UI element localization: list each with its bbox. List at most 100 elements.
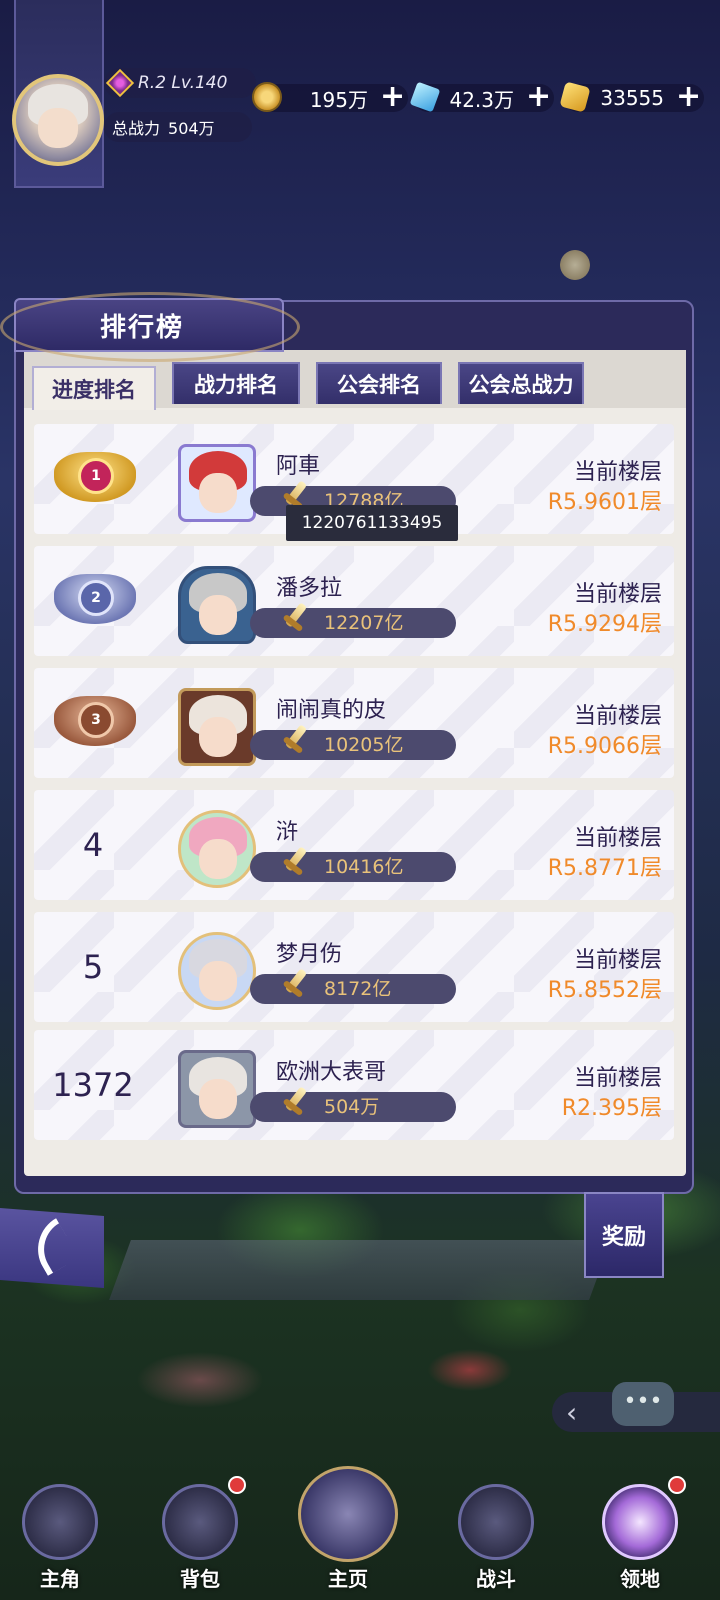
player-portrait[interactable] — [178, 688, 256, 766]
self-rank-number: 1372 — [52, 1066, 134, 1104]
total-power-value: 504万 — [168, 119, 215, 138]
self-portrait[interactable] — [178, 1050, 256, 1128]
floor-label: 当前楼层 — [573, 826, 662, 851]
tab-guild-rank[interactable]: 公会排名 — [316, 362, 442, 404]
crystal-icon — [409, 81, 441, 113]
total-power: 总战力 504万 — [104, 112, 252, 142]
nav-label: 主角 — [40, 1567, 80, 1591]
background-moon — [560, 250, 590, 280]
floor-label: 当前楼层 — [573, 704, 662, 729]
player-portrait[interactable] — [178, 444, 256, 522]
bag-icon — [162, 1484, 238, 1560]
crystal-value: 42.3万 — [449, 87, 514, 112]
portrait-face — [199, 1079, 237, 1119]
add-coin-button[interactable]: + — [380, 82, 405, 112]
sword-icon — [280, 1086, 308, 1120]
floor-label: 当前楼层 — [573, 460, 662, 485]
portrait-face — [199, 839, 237, 879]
floor-value: R5.8552层 — [547, 978, 662, 1003]
book-icon — [298, 1466, 398, 1562]
nav-label: 背包 — [180, 1567, 220, 1591]
leaderboard-row[interactable]: 2 潘多拉 12207亿 当前楼层 R5.9294层 — [34, 546, 674, 656]
rank-number: 5 — [82, 948, 104, 986]
player-power: 8172亿 — [324, 978, 392, 1000]
tab-progress-rank[interactable]: 进度排名 — [32, 366, 156, 410]
crossed-swords-icon — [458, 1484, 534, 1560]
player-avatar[interactable] — [12, 74, 104, 166]
medal-rank: 1 — [78, 458, 114, 494]
back-button[interactable] — [0, 1208, 104, 1288]
silver-medal-icon: 2 — [54, 566, 136, 636]
rank-gem-icon — [105, 68, 135, 98]
level-text: R.2 Lv.140 — [138, 73, 228, 93]
castle-icon — [602, 1484, 678, 1560]
floor-value: R5.9294层 — [547, 612, 662, 637]
power-tooltip: 1220761133495 — [286, 505, 458, 541]
player-power: 10205亿 — [324, 734, 404, 756]
avatar-face — [38, 108, 78, 148]
gold-medal-icon: 1 — [54, 444, 136, 514]
tab-guild-total-power[interactable]: 公会总战力 — [458, 362, 584, 404]
resource-gold: 33555 + — [559, 81, 704, 113]
self-floor-value: R2.395层 — [561, 1096, 662, 1121]
sword-icon — [280, 602, 308, 636]
player-name: 浒 — [276, 820, 299, 845]
floor-label: 当前楼层 — [573, 1066, 662, 1091]
sword-icon — [280, 724, 308, 758]
nav-label: 战斗 — [476, 1567, 516, 1591]
medal-rank: 2 — [78, 580, 114, 616]
nav-home[interactable]: 主页 — [280, 1456, 416, 1600]
bottom-nav: 主角 背包 主页 战斗 领地 — [0, 1456, 720, 1600]
nav-battle[interactable]: 战斗 — [436, 1456, 556, 1600]
chat-bubble-icon[interactable]: ••• — [612, 1382, 674, 1426]
floor-label: 当前楼层 — [573, 948, 662, 973]
nav-label: 主页 — [328, 1567, 368, 1591]
player-name: 闹闹真的皮 — [276, 698, 387, 723]
panel-title: 排行榜 — [14, 298, 284, 352]
floor-value: R5.9066层 — [547, 734, 662, 759]
rank-number: 4 — [82, 826, 104, 864]
self-power: 504万 — [324, 1096, 380, 1118]
nav-territory[interactable]: 领地 — [580, 1456, 700, 1600]
coin-value: 195万 — [309, 87, 368, 112]
bronze-medal-icon: 3 — [54, 688, 136, 758]
player-portrait[interactable] — [178, 932, 256, 1010]
player-portrait[interactable] — [178, 566, 256, 644]
notification-badge — [668, 1476, 686, 1494]
back-arrow-icon — [24, 1218, 80, 1276]
gold-value: 33555 — [600, 86, 664, 110]
leaderboard-row[interactable]: 4 浒 10416亿 当前楼层 R5.8771层 — [34, 790, 674, 900]
player-name: 潘多拉 — [276, 576, 343, 601]
medal-rank: 3 — [78, 702, 114, 738]
portrait-face — [199, 961, 237, 1001]
nav-label: 领地 — [620, 1567, 660, 1591]
self-rank-row[interactable]: 1372 欧洲大表哥 504万 当前楼层 R2.395层 — [34, 1030, 674, 1140]
level-badge: R.2 Lv.140 — [104, 68, 256, 98]
floor-value: R5.8771层 — [547, 856, 662, 881]
panel-title-text: 排行榜 — [100, 312, 185, 343]
gold-bar-icon — [559, 81, 591, 113]
portrait-face — [199, 595, 237, 635]
background-wall — [109, 1240, 611, 1300]
hooded-figure-icon — [22, 1484, 98, 1560]
chevron-left-icon[interactable]: ‹ — [566, 1396, 577, 1429]
player-power: 12207亿 — [324, 612, 404, 634]
reward-button[interactable]: 奖励 — [584, 1192, 664, 1278]
coin-icon — [252, 82, 282, 112]
leaderboard-row[interactable]: 3 闹闹真的皮 10205亿 当前楼层 R5.9066层 — [34, 668, 674, 778]
nav-hero[interactable]: 主角 — [0, 1456, 120, 1600]
leaderboard-row[interactable]: 5 梦月伤 8172亿 当前楼层 R5.8552层 — [34, 912, 674, 1022]
tab-power-rank[interactable]: 战力排名 — [172, 362, 300, 404]
sword-icon — [280, 846, 308, 880]
add-crystal-button[interactable]: + — [526, 82, 551, 112]
player-name: 阿車 — [276, 454, 321, 479]
floor-label: 当前楼层 — [573, 582, 662, 607]
portrait-face — [199, 473, 237, 513]
notification-badge — [228, 1476, 246, 1494]
player-name: 梦月伤 — [276, 942, 343, 967]
player-portrait[interactable] — [178, 810, 256, 888]
sword-icon — [280, 968, 308, 1002]
add-gold-button[interactable]: + — [676, 82, 701, 112]
nav-bag[interactable]: 背包 — [140, 1456, 260, 1600]
resource-coin: 195万 + — [252, 82, 408, 112]
